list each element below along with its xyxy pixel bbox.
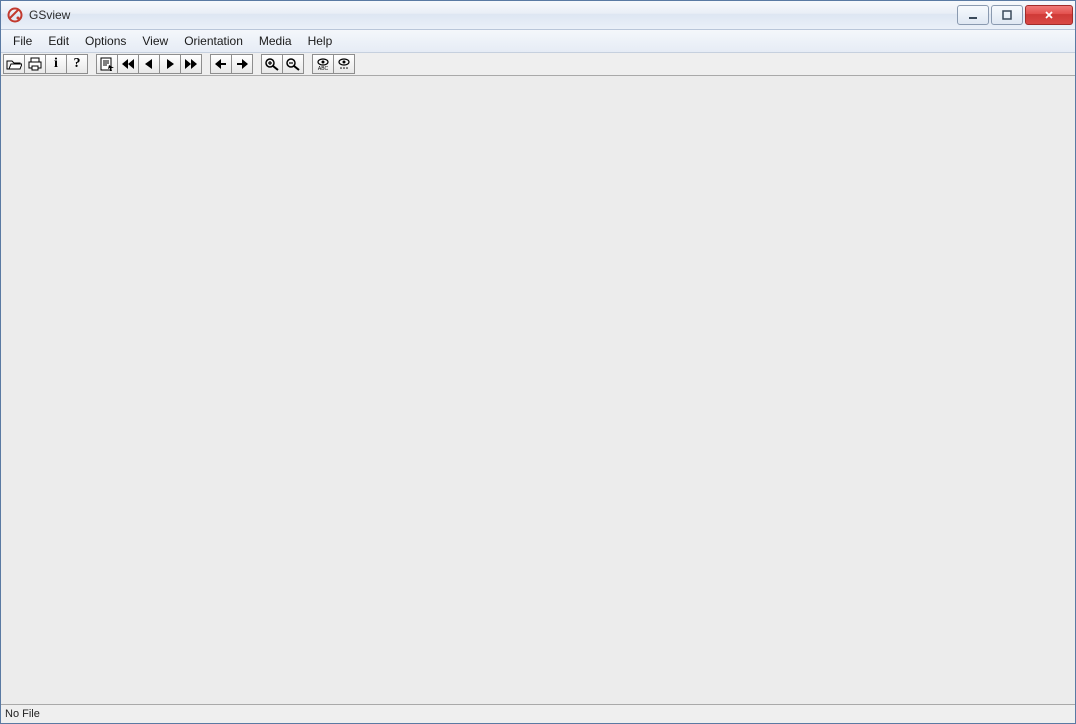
toolbar-separator <box>202 54 210 74</box>
toolbar: i ? <box>1 53 1075 76</box>
menu-view[interactable]: View <box>134 32 176 50</box>
find-text-icon: ABC <box>314 57 332 71</box>
info-icon: i <box>54 57 58 71</box>
menu-edit[interactable]: Edit <box>40 32 77 50</box>
status-bar: No File <box>1 704 1075 723</box>
close-button[interactable] <box>1025 5 1073 25</box>
minimize-button[interactable] <box>957 5 989 25</box>
select-text-icon <box>99 57 115 71</box>
status-text: No File <box>5 708 40 720</box>
select-text-button[interactable] <box>96 54 118 74</box>
app-icon <box>7 7 23 23</box>
find-next-button[interactable] <box>333 54 355 74</box>
toolbar-separator <box>304 54 312 74</box>
svg-text:ABC: ABC <box>318 66 329 71</box>
menu-bar: File Edit Options View Orientation Media… <box>1 30 1075 53</box>
find-text-button[interactable]: ABC <box>312 54 334 74</box>
forward-icon <box>234 57 250 71</box>
prev-page-button[interactable] <box>138 54 160 74</box>
forward-button[interactable] <box>231 54 253 74</box>
menu-options[interactable]: Options <box>77 32 134 50</box>
open-button[interactable] <box>3 54 25 74</box>
last-page-button[interactable] <box>180 54 202 74</box>
print-button[interactable] <box>24 54 46 74</box>
back-button[interactable] <box>210 54 232 74</box>
menu-media[interactable]: Media <box>251 32 300 50</box>
app-window: GSview File Edit Options View Orientatio… <box>0 0 1076 724</box>
back-icon <box>213 57 229 71</box>
zoom-out-button[interactable] <box>282 54 304 74</box>
last-page-icon <box>183 57 199 71</box>
zoom-out-icon <box>285 57 301 71</box>
window-controls <box>957 5 1073 25</box>
info-button[interactable]: i <box>45 54 67 74</box>
toolbar-separator <box>88 54 96 74</box>
menu-help[interactable]: Help <box>300 32 341 50</box>
first-page-button[interactable] <box>117 54 139 74</box>
zoom-in-icon <box>264 57 280 71</box>
next-page-button[interactable] <box>159 54 181 74</box>
menu-orientation[interactable]: Orientation <box>176 32 251 50</box>
title-bar: GSview <box>1 1 1075 30</box>
help-icon: ? <box>74 57 81 71</box>
open-icon <box>6 57 22 71</box>
prev-page-icon <box>141 57 157 71</box>
toolbar-separator <box>253 54 261 74</box>
print-icon <box>27 57 43 71</box>
find-next-icon <box>335 57 353 71</box>
document-viewport[interactable] <box>1 76 1075 704</box>
next-page-icon <box>162 57 178 71</box>
first-page-icon <box>120 57 136 71</box>
zoom-in-button[interactable] <box>261 54 283 74</box>
menu-file[interactable]: File <box>5 32 40 50</box>
maximize-button[interactable] <box>991 5 1023 25</box>
help-button[interactable]: ? <box>66 54 88 74</box>
window-title: GSview <box>29 8 957 22</box>
